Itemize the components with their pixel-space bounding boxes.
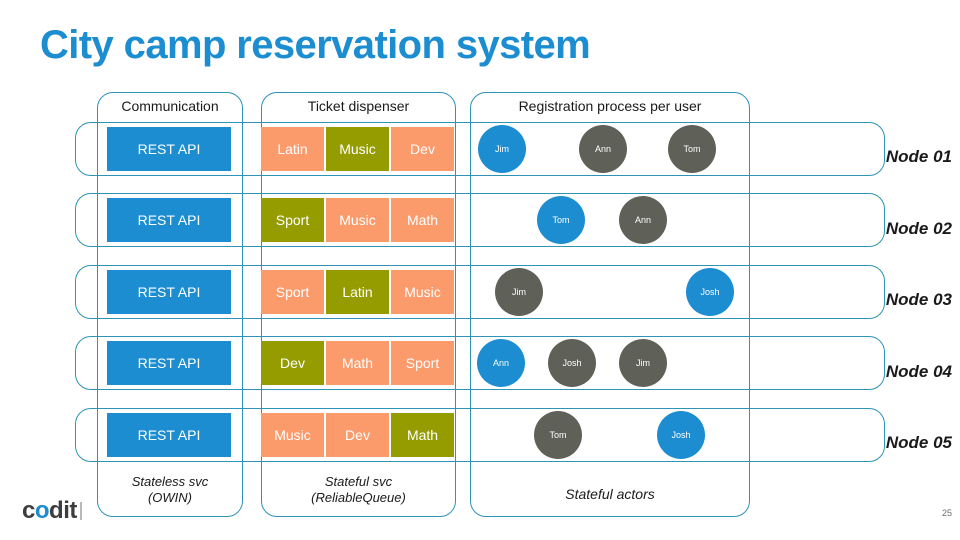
user-circle: Josh — [657, 411, 705, 459]
user-circle: Ann — [579, 125, 627, 173]
column-footer-line2: (OWIN) — [147, 490, 193, 505]
ticket-tile: Sport — [261, 270, 324, 314]
node-label: Node 03 — [885, 290, 952, 309]
ticket-tile: Latin — [261, 127, 324, 171]
ticket-tile: Dev — [326, 413, 389, 457]
codit-logo: codit — [22, 497, 82, 525]
logo-part-1: c — [22, 497, 35, 524]
user-circle: Josh — [548, 339, 596, 387]
ticket-tile: Music — [326, 198, 389, 242]
ticket-tile: Sport — [261, 198, 324, 242]
user-circle: Tom — [537, 196, 585, 244]
node-label: Node 01 — [885, 147, 952, 166]
column-footer-line1: Stateful svc — [324, 474, 393, 489]
user-circle: Tom — [534, 411, 582, 459]
logo-part-2: o — [34, 497, 50, 524]
slide-canvas: City camp reservation system Communicati… — [0, 0, 960, 540]
ticket-tile: Math — [391, 198, 454, 242]
column-footer-communication: Stateless svc (OWIN) — [97, 474, 243, 506]
column-footer-line1: Stateless svc — [131, 474, 209, 489]
ticket-tile: Dev — [261, 341, 324, 385]
rest-api-box: REST API — [107, 127, 231, 171]
logo-part-3: dit — [49, 497, 77, 524]
column-header-ticket-dispenser: Ticket dispenser — [307, 98, 410, 114]
ticket-tile: Dev — [391, 127, 454, 171]
column-header-registration: Registration process per user — [518, 98, 702, 114]
ticket-tile: Math — [326, 341, 389, 385]
rest-api-box: REST API — [107, 198, 231, 242]
rest-api-box: REST API — [107, 341, 231, 385]
column-footer-line2: (ReliableQueue) — [311, 490, 406, 505]
column-footer-line1: Stateful actors — [565, 486, 655, 502]
node-label: Node 02 — [885, 219, 952, 238]
column-footer-ticket-dispenser: Stateful svc (ReliableQueue) — [261, 474, 456, 506]
user-circle: Josh — [686, 268, 734, 316]
user-circle: Tom — [668, 125, 716, 173]
column-header-communication: Communication — [121, 98, 219, 114]
page-title: City camp reservation system — [40, 23, 591, 67]
user-circle: Ann — [619, 196, 667, 244]
ticket-tile: Music — [391, 270, 454, 314]
node-label: Node 05 — [885, 433, 952, 452]
user-circle: Jim — [619, 339, 667, 387]
logo-divider — [79, 502, 82, 520]
ticket-tile: Sport — [391, 341, 454, 385]
ticket-tile: Music — [261, 413, 324, 457]
user-circle: Ann — [477, 339, 525, 387]
rest-api-box: REST API — [107, 270, 231, 314]
rest-api-box: REST API — [107, 413, 231, 457]
ticket-tile: Latin — [326, 270, 389, 314]
node-label: Node 04 — [885, 362, 952, 381]
column-footer-registration: Stateful actors — [470, 486, 750, 502]
ticket-tile: Math — [391, 413, 454, 457]
user-circle: Jim — [495, 268, 543, 316]
ticket-tile: Music — [326, 127, 389, 171]
page-number: 25 — [941, 508, 952, 518]
user-circle: Jim — [478, 125, 526, 173]
